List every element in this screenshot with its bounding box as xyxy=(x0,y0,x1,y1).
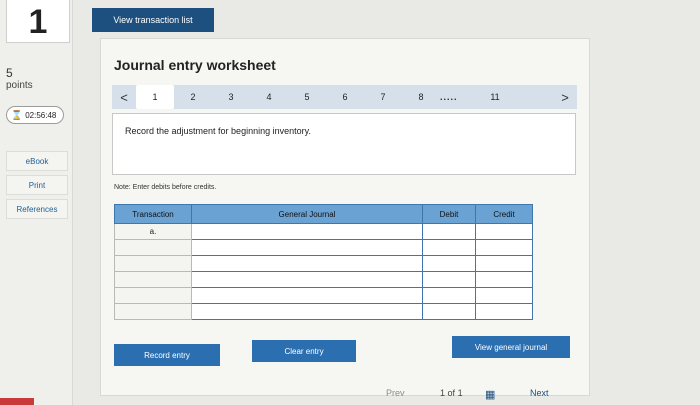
account-input[interactable] xyxy=(191,303,423,320)
page-of: of xyxy=(447,388,456,398)
debit-input[interactable] xyxy=(422,223,476,240)
worksheet-pager: < 1 2 3 4 5 6 7 8 ..... 11 > xyxy=(112,85,577,109)
timer-badge[interactable]: ⌛ 02:56:48 xyxy=(6,106,64,124)
credit-input[interactable] xyxy=(475,303,533,320)
credit-input[interactable] xyxy=(475,255,533,272)
page-tab-1[interactable]: 1 xyxy=(136,85,174,109)
account-input[interactable] xyxy=(191,255,423,272)
debit-input[interactable] xyxy=(422,255,476,272)
page-ellipsis: ..... xyxy=(440,92,458,102)
chevron-left-icon[interactable]: < xyxy=(112,90,136,105)
page-tab-4[interactable]: 4 xyxy=(250,92,288,102)
header-transaction: Transaction xyxy=(114,204,192,224)
page-tab-7[interactable]: 7 xyxy=(364,92,402,102)
page-tab-11[interactable]: 11 xyxy=(476,92,514,102)
header-debit: Debit xyxy=(422,204,476,224)
debit-input[interactable] xyxy=(422,271,476,288)
table-row xyxy=(114,287,533,304)
worksheet-title: Journal entry worksheet xyxy=(114,57,276,73)
page-tab-5[interactable]: 5 xyxy=(288,92,326,102)
account-input[interactable] xyxy=(191,239,423,256)
table-row xyxy=(114,303,533,320)
account-input[interactable] xyxy=(191,287,423,304)
credit-input[interactable] xyxy=(475,287,533,304)
header-credit: Credit xyxy=(475,204,533,224)
references-link[interactable]: References xyxy=(6,199,68,219)
debit-input[interactable] xyxy=(422,287,476,304)
transaction-cell xyxy=(114,239,192,256)
transaction-cell xyxy=(114,255,192,272)
prev-link[interactable]: Prev xyxy=(386,388,405,398)
transaction-cell xyxy=(114,303,192,320)
credit-input[interactable] xyxy=(475,271,533,288)
question-number: 1 xyxy=(6,0,70,43)
account-input[interactable] xyxy=(191,271,423,288)
page-current: 1 xyxy=(440,388,446,398)
timer-text: 02:56:48 xyxy=(25,110,57,120)
view-transaction-list-button[interactable]: View transaction list xyxy=(92,8,214,32)
header-general-journal: General Journal xyxy=(191,204,423,224)
transaction-cell: a. xyxy=(114,223,192,240)
page-tab-6[interactable]: 6 xyxy=(326,92,364,102)
table-row xyxy=(114,255,533,272)
table-row xyxy=(114,239,533,256)
debit-input[interactable] xyxy=(422,303,476,320)
chevron-right-icon[interactable]: > xyxy=(553,90,577,105)
ebook-link[interactable]: eBook xyxy=(6,151,68,171)
instruction-text: Record the adjustment for beginning inve… xyxy=(125,126,311,136)
points-label: points xyxy=(6,80,33,91)
credit-input[interactable] xyxy=(475,239,533,256)
record-entry-button[interactable]: Record entry xyxy=(114,344,220,366)
credit-input[interactable] xyxy=(475,223,533,240)
view-general-journal-button[interactable]: View general journal xyxy=(452,336,570,358)
account-input[interactable] xyxy=(191,223,423,240)
table-row xyxy=(114,271,533,288)
print-link[interactable]: Print xyxy=(6,175,68,195)
instruction-box: Record the adjustment for beginning inve… xyxy=(112,113,576,175)
page-total: 1 xyxy=(457,388,463,398)
table-row: a. xyxy=(114,223,533,240)
next-link[interactable]: Next xyxy=(530,388,549,398)
status-strip xyxy=(0,398,34,405)
points-value: 5 xyxy=(6,66,13,80)
transaction-cell xyxy=(114,287,192,304)
clear-entry-button[interactable]: Clear entry xyxy=(252,340,356,362)
hourglass-icon: ⌛ xyxy=(11,109,23,120)
table-header-row: Transaction General Journal Debit Credit xyxy=(114,204,533,224)
note-text: Note: Enter debits before credits. xyxy=(114,184,217,191)
debit-input[interactable] xyxy=(422,239,476,256)
journal-table: Transaction General Journal Debit Credit… xyxy=(114,204,533,320)
page-tab-8[interactable]: 8 xyxy=(402,92,440,102)
transaction-cell xyxy=(114,271,192,288)
grid-icon[interactable]: ▦ xyxy=(485,388,495,401)
page-tab-3[interactable]: 3 xyxy=(212,92,250,102)
page-indicator: 1 of 1 xyxy=(440,388,463,398)
page-tab-2[interactable]: 2 xyxy=(174,92,212,102)
